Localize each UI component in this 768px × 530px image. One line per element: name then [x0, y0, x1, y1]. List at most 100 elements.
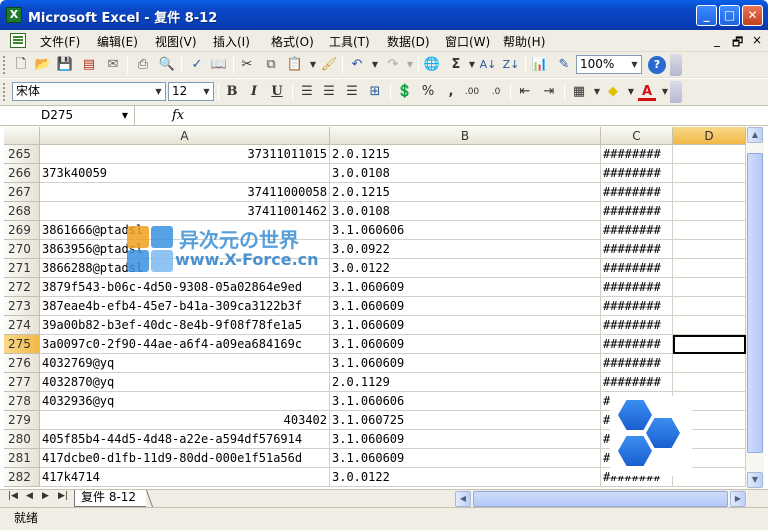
menu-insert[interactable]: 插入(I)	[213, 33, 250, 50]
menu-format[interactable]: 格式(O)	[271, 33, 314, 50]
permission-icon[interactable]: ▤	[80, 56, 98, 74]
sheet-tab[interactable]: 复件 8-12	[74, 490, 147, 507]
cell-b[interactable]: 3.1.060609	[330, 278, 601, 297]
font-size-select[interactable]: 12 ▼	[168, 82, 214, 101]
borders-icon[interactable]: ▦	[570, 83, 588, 101]
doc-restore-button[interactable]: 🗗	[732, 33, 743, 54]
toolbar-grip[interactable]	[3, 56, 6, 74]
cell-d[interactable]	[673, 202, 746, 221]
cell-a[interactable]: 4032870@yq	[40, 373, 330, 392]
cell-a[interactable]: 417dcbe0-d1fb-11d9-80dd-000e1f51a56d	[40, 449, 330, 468]
row-header[interactable]: 275	[4, 335, 40, 354]
align-center-icon[interactable]: ☰	[320, 83, 338, 101]
copy-icon[interactable]: ⧉	[262, 56, 280, 74]
email-icon[interactable]: ✉	[104, 56, 122, 74]
first-sheet-icon[interactable]: |◀	[8, 491, 18, 501]
cell-a[interactable]: 3861666@ptadsl	[40, 221, 330, 240]
cell-c[interactable]: ########	[601, 297, 673, 316]
cell-b[interactable]: 3.0.0122	[330, 468, 601, 487]
cell-a[interactable]: 37411001462	[40, 202, 330, 221]
column-header-d[interactable]: D	[673, 127, 746, 145]
underline-button[interactable]: U	[268, 83, 286, 101]
font-color-icon[interactable]: A	[638, 83, 656, 101]
cell-a[interactable]: 37411000058	[40, 183, 330, 202]
insert-function-icon[interactable]: fx	[172, 108, 184, 123]
redo-dropdown-icon[interactable]: ▼	[401, 56, 419, 74]
cell-b[interactable]: 3.0.0122	[330, 259, 601, 278]
row-header[interactable]: 272	[4, 278, 40, 297]
scroll-up-icon[interactable]: ▲	[747, 127, 763, 143]
print-preview-icon[interactable]: 🔍	[158, 56, 176, 74]
menu-data[interactable]: 数据(D)	[387, 33, 430, 50]
cell-b[interactable]: 3.1.060725	[330, 411, 601, 430]
cell-a[interactable]: 417k4714	[40, 468, 330, 487]
column-header-c[interactable]: C	[601, 127, 673, 145]
row-header[interactable]: 268	[4, 202, 40, 221]
cell-a[interactable]: 3879f543-b06c-4d50-9308-05a02864e9ed	[40, 278, 330, 297]
menu-view[interactable]: 视图(V)	[155, 33, 197, 50]
row-header[interactable]: 276	[4, 354, 40, 373]
maximize-button[interactable]: □	[719, 5, 740, 26]
redo-icon[interactable]: ↷	[384, 56, 402, 74]
cell-d[interactable]	[673, 373, 746, 392]
cell-c[interactable]: ########	[601, 373, 673, 392]
cell-a[interactable]: 387eae4b-efb4-45e7-b41a-309ca3122b3f	[40, 297, 330, 316]
doc-minimize-button[interactable]: _	[714, 33, 720, 47]
cell-b[interactable]: 2.0.1129	[330, 373, 601, 392]
cell-c[interactable]: ########	[601, 354, 673, 373]
cell-a[interactable]: 3a0097c0-2f90-44ae-a6f4-a09ea684169c	[40, 335, 330, 354]
cell-d[interactable]	[673, 278, 746, 297]
new-icon[interactable]: 🗋	[12, 56, 30, 74]
chevron-down-icon[interactable]: ▼	[152, 83, 165, 100]
spelling-icon[interactable]: ✓	[188, 56, 206, 74]
sort-ascending-icon[interactable]: A↓	[479, 56, 497, 74]
row-header[interactable]: 277	[4, 373, 40, 392]
chart-wizard-icon[interactable]: 📊	[531, 56, 549, 74]
name-box[interactable]: D275 ▼	[0, 106, 135, 126]
increase-indent-icon[interactable]: ⇥	[540, 83, 558, 101]
vertical-scrollbar[interactable]: ▲ ▼	[746, 127, 764, 489]
undo-dropdown-icon[interactable]: ▼	[366, 56, 384, 74]
save-icon[interactable]: 💾	[56, 56, 74, 74]
menu-tools[interactable]: 工具(T)	[329, 33, 370, 50]
cell-c[interactable]: ########	[601, 259, 673, 278]
cell-c[interactable]: ########	[601, 221, 673, 240]
cell-b[interactable]: 3.1.060609	[330, 297, 601, 316]
formula-input[interactable]	[196, 106, 768, 125]
scroll-left-icon[interactable]: ◀	[455, 491, 471, 507]
cell-d[interactable]	[673, 259, 746, 278]
currency-icon[interactable]: 💲	[396, 83, 414, 101]
menu-file[interactable]: 文件(F)	[40, 33, 80, 50]
cell-d[interactable]	[673, 335, 746, 354]
cell-a[interactable]: 37311011015	[40, 145, 330, 164]
menu-help[interactable]: 帮助(H)	[503, 33, 545, 50]
cell-d[interactable]	[673, 145, 746, 164]
cell-b[interactable]: 2.0.1215	[330, 145, 601, 164]
cell-c[interactable]: ########	[601, 316, 673, 335]
align-right-icon[interactable]: ☰	[343, 83, 361, 101]
toolbar-grip[interactable]	[3, 83, 6, 101]
decrease-indent-icon[interactable]: ⇤	[516, 83, 534, 101]
doc-close-button[interactable]: ×	[752, 33, 762, 47]
row-header[interactable]: 265	[4, 145, 40, 164]
cell-c[interactable]: ########	[601, 183, 673, 202]
cell-d[interactable]	[673, 297, 746, 316]
cell-d[interactable]	[673, 240, 746, 259]
cell-b[interactable]: 3.1.060609	[330, 430, 601, 449]
cell-d[interactable]	[673, 316, 746, 335]
prev-sheet-icon[interactable]: ◀	[26, 491, 33, 501]
row-header[interactable]: 270	[4, 240, 40, 259]
vertical-scroll-thumb[interactable]	[747, 153, 763, 453]
horizontal-scroll-thumb[interactable]	[473, 491, 728, 507]
cell-a[interactable]: 4032936@yq	[40, 392, 330, 411]
menu-edit[interactable]: 编辑(E)	[97, 33, 138, 50]
cell-d[interactable]	[673, 354, 746, 373]
cell-b[interactable]: 3.1.060609	[330, 449, 601, 468]
chevron-down-icon[interactable]: ▼	[628, 56, 641, 73]
cell-a[interactable]: 39a00b82-b3ef-40dc-8e4b-9f08f78fe1a5	[40, 316, 330, 335]
next-sheet-icon[interactable]: ▶	[42, 491, 49, 501]
row-header[interactable]: 278	[4, 392, 40, 411]
close-button[interactable]: ✕	[742, 5, 763, 26]
italic-button[interactable]: I	[245, 83, 263, 101]
row-header[interactable]: 281	[4, 449, 40, 468]
